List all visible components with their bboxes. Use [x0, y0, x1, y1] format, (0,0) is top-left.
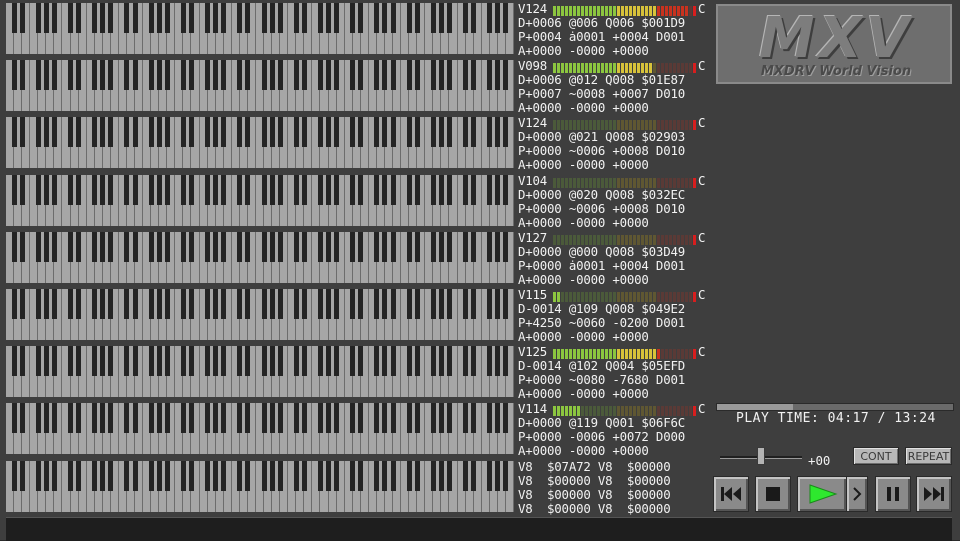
channel-row: V125 D-0014 @102 Q004 $05EFD P+0000 ~0080 … [0, 343, 712, 402]
status-bar [6, 517, 952, 541]
level-meter [553, 292, 697, 302]
piano-keyboard [6, 231, 514, 283]
key-label: C [698, 287, 706, 302]
mxv-logo: MXV MXDRV World Vision [716, 4, 952, 84]
piano-keyboard [6, 117, 514, 169]
channel-info-line: A+0000 -0000 +0000 [518, 214, 649, 230]
channel-info-line: D+0000 @020 Q008 $032EC [518, 186, 685, 202]
skip-forward-icon [924, 487, 944, 501]
pcm-info-line: V8 $00000 V8 $00000 [518, 472, 671, 488]
channel-info-line: A+0000 -0000 +0000 [518, 443, 649, 459]
key-label: C [698, 115, 706, 131]
level-meter [553, 120, 697, 131]
channel-info-line: A+0000 -0000 +0000 [518, 100, 649, 116]
channel-row: V098 D+0006 @012 Q008 $01E87 P+0007 ~0008 … [0, 57, 712, 116]
channel-info-line: P+0000 ~0080 -7680 D001 [518, 372, 685, 388]
level-meter [553, 349, 697, 360]
key-label: C [698, 58, 706, 74]
key-label: C [698, 344, 706, 360]
piano-keyboard [6, 289, 514, 340]
mxdrv-window: V124 D+0006 @006 Q006 $001D9 P+0004 ȧ0001 … [0, 0, 960, 541]
rewind-button[interactable] [713, 476, 749, 512]
channel-info-line: P+0004 ȧ0001 +0004 D001 [518, 29, 685, 44]
channel-info-line: D+0006 @012 Q008 $01E87 [518, 72, 685, 88]
stop-icon [766, 487, 780, 501]
logo-title: MXV [758, 6, 914, 71]
channel-info-line: A+0000 -0000 +0000 [518, 157, 649, 173]
pause-button[interactable] [875, 476, 911, 512]
seek-bar-progress [717, 404, 793, 410]
chevron-right-icon [853, 487, 862, 501]
repeat-button[interactable]: REPEAT [905, 447, 952, 465]
pcm-info-line: V8 $00000 V8 $00000 [518, 500, 671, 516]
piano-keyboard [6, 346, 514, 398]
channel-row: V115 D-0014 @109 Q008 $049E2 P+4250 ~0060 … [0, 286, 712, 344]
elapsed-time: 04:17 [827, 411, 870, 426]
piano-keyboard [6, 60, 514, 112]
pcm-info: V8 $07A72 V8 $00000 V8 $00000 V8 $00000 V8… [518, 458, 710, 516]
channel-info-line: A+0000 -0000 +0000 [518, 43, 649, 58]
piano-keyboard [6, 3, 514, 54]
channel-info-line: A+0000 -0000 +0000 [518, 329, 649, 344]
key-label: C [698, 1, 706, 16]
channel-info-line: D-0014 @109 Q008 $049E2 [518, 301, 685, 316]
level-meter [553, 6, 697, 16]
channel-row: V124 D+0000 @021 Q008 $02903 P+0000 ~0006 … [0, 114, 712, 173]
channel-row: V114 D+0000 @119 Q001 $06F6C P+0000 -0006 … [0, 400, 712, 459]
channel-info-line: D-0014 @102 Q004 $05EFD [518, 358, 685, 374]
time-separator: / [877, 411, 886, 426]
next-track-button[interactable] [846, 476, 868, 512]
channel-info-line: D+0000 @000 Q008 $03D49 [518, 243, 685, 259]
pause-icon [887, 487, 899, 501]
channel-row: V104 D+0000 @020 Q008 $032EC P+0000 ~0006 … [0, 172, 712, 229]
piano-keyboard [6, 403, 514, 455]
pcm-info-line: V8 $00000 V8 $00000 [518, 486, 671, 502]
channel-info-line: A+0000 -0000 +0000 [518, 271, 649, 287]
play-time-display: PLAY TIME: 04:17 / 13:24 [736, 411, 936, 426]
play-icon [809, 484, 838, 504]
channel-info-line: A+0000 -0000 +0000 [518, 386, 649, 402]
volume-slider-handle[interactable] [757, 447, 765, 465]
channel-info-line: P+0007 ~0008 +0007 D010 [518, 86, 685, 102]
logo-subtitle: MXDRV World Vision [760, 64, 912, 79]
piano-keyboard [6, 460, 514, 512]
channel-row: V124 D+0006 @006 Q006 $001D9 P+0004 ȧ0001 … [0, 0, 712, 58]
key-label: C [698, 401, 706, 417]
cont-button[interactable]: CONT [853, 447, 899, 465]
channel-row: V127 D+0000 @000 Q008 $03D49 P+0000 ȧ0001 … [0, 229, 712, 286]
channel-info-line: D+0000 @119 Q001 $06F6C [518, 415, 685, 431]
level-meter [553, 406, 697, 417]
stop-button[interactable] [755, 476, 791, 512]
key-label: C [698, 172, 706, 188]
play-time-label: PLAY TIME: [736, 411, 820, 426]
volume-value: +00 [808, 453, 831, 468]
play-button[interactable] [797, 476, 847, 512]
piano-keyboard [6, 174, 514, 226]
key-label: C [698, 229, 706, 245]
skip-forward-button[interactable] [916, 476, 952, 512]
channel-info-line: P+0000 -0006 +0072 D000 [518, 429, 685, 445]
channel-info-line: D+0000 @021 Q008 $02903 [518, 129, 685, 145]
pcm-row: V8 $07A72 V8 $00000 V8 $00000 V8 $00000 V8… [0, 458, 712, 515]
channel-info-line: P+4250 ~0060 -0200 D001 [518, 315, 685, 330]
seek-bar[interactable] [716, 403, 954, 411]
level-meter [553, 177, 697, 188]
channel-info-line: P+0000 ȧ0001 +0004 D001 [518, 257, 685, 273]
pcm-info-line: V8 $07A72 V8 $00000 [518, 458, 671, 474]
level-meter [553, 234, 697, 245]
level-meter [553, 63, 697, 74]
channel-info-line: D+0006 @006 Q006 $001D9 [518, 15, 685, 30]
channel-info-line: P+0000 ~0006 +0008 D010 [518, 143, 685, 159]
channel-info-line: P+0000 ~0006 +0008 D010 [518, 200, 685, 216]
rewind-icon [721, 487, 741, 501]
total-time: 13:24 [894, 411, 936, 426]
